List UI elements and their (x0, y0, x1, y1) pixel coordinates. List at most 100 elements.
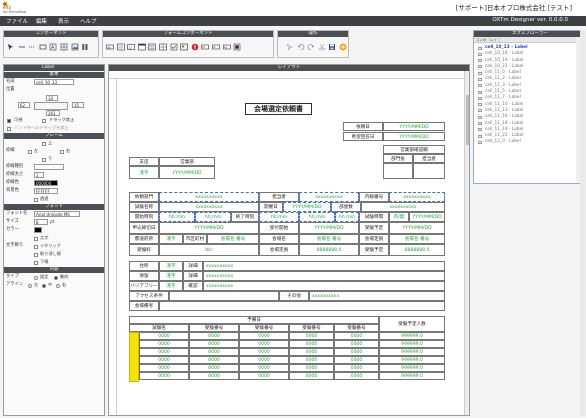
city-value[interactable]: 会場名 番号 (207, 234, 259, 244)
exam-date[interactable]: YYYY/MM/DD (409, 212, 445, 222)
row4-d[interactable]: 0000 (289, 356, 334, 364)
add-icon[interactable] (339, 43, 347, 51)
form-number-icon[interactable]: 12 (127, 43, 135, 51)
row2-c[interactable]: 0000 (239, 340, 289, 348)
exam-b-header[interactable]: 受験番号 (189, 324, 239, 332)
exam-time-end[interactable]: hh:mm (299, 212, 335, 222)
align-right-radio[interactable] (56, 283, 60, 288)
table-icon[interactable] (60, 43, 68, 51)
fee-sub-label[interactable]: 会場定員 (259, 244, 299, 256)
start-value[interactable]: hh:mm (159, 212, 195, 222)
form-label-icon[interactable]: lb (212, 43, 220, 51)
fee-total-label[interactable]: 受験予定 (359, 244, 389, 256)
request-dept-label[interactable]: 依頼部門 (129, 192, 159, 202)
explorer-item[interactable]: cell_12_0 - Label (478, 139, 578, 145)
barrier-free-label[interactable]: バリアフリー (129, 281, 159, 291)
schedule-header[interactable]: 予備日 (129, 316, 379, 324)
exam-d-header[interactable]: 受験番号 (289, 324, 334, 332)
line-icon[interactable] (18, 43, 26, 51)
app-start-value[interactable]: YYYY/MM/DD (299, 222, 359, 234)
form-stop-icon[interactable] (191, 43, 199, 51)
room-cap-value[interactable]: 会場名 番号 (389, 234, 445, 244)
type-dynamic-radio[interactable] (54, 275, 58, 280)
fee-label[interactable]: 受験料 (129, 244, 159, 256)
row1-d[interactable]: 0000 (289, 332, 334, 340)
address-pref[interactable]: 漢字 (159, 261, 183, 271)
dept-label[interactable]: 営業部 (159, 157, 215, 166)
rectangle-icon[interactable] (39, 43, 47, 51)
address-detail-value[interactable]: xxxxxxxxxx (203, 261, 445, 271)
row2-d[interactable]: 0000 (289, 340, 334, 348)
end-label[interactable]: 終了時刻 (231, 212, 259, 222)
dept-head-stamp[interactable] (383, 163, 413, 179)
select-arrow-icon[interactable] (286, 43, 294, 51)
row4-a[interactable]: 0000 (139, 356, 189, 364)
menu-file[interactable]: ファイル (6, 17, 28, 25)
keep-value[interactable]: 漢字 (159, 271, 183, 281)
city-label[interactable]: 市区町村 (183, 234, 207, 244)
start-label[interactable]: 開始時刻 (129, 212, 159, 222)
form-paper[interactable]: 会場選定依頼書 依頼日 YYYY/MM/DD 希望回答日 YYYY/MM/DD … (127, 81, 457, 415)
redo-icon[interactable] (307, 43, 315, 51)
other-label[interactable]: その他 (279, 291, 309, 301)
document-title[interactable]: 会場選定依頼書 (245, 103, 312, 115)
keep-label[interactable]: 保留 (129, 271, 159, 281)
people-label[interactable]: 受験予定 (359, 222, 389, 234)
row3-c[interactable]: 0000 (239, 348, 289, 356)
font-color-swatch[interactable] (34, 227, 42, 233)
row5-d[interactable]: 0000 (289, 364, 334, 372)
window-scrollbar[interactable] (580, 30, 585, 416)
address-detail-label[interactable]: 詳細 (183, 261, 203, 271)
row4-total[interactable]: 999999.0 (379, 356, 445, 364)
image-icon[interactable] (71, 43, 79, 51)
strike-checkbox[interactable] (34, 252, 38, 257)
row1-c[interactable]: 0000 (239, 332, 289, 340)
exam-yesno[interactable]: 有/無 (389, 212, 409, 222)
place-value[interactable]: 会場名 番号 (299, 234, 359, 244)
menu-edit[interactable]: 編集 (36, 17, 47, 25)
pref-label[interactable]: 都道府県 (129, 234, 159, 244)
end-value[interactable]: hh:mm (195, 212, 231, 222)
row5-e[interactable]: 0000 (334, 364, 379, 372)
font-size-field[interactable]: 8 (34, 219, 48, 225)
barrier-free-value[interactable]: 漢字 (159, 281, 183, 291)
access-label[interactable]: アクセス条件 (129, 291, 169, 301)
exam-e-header[interactable]: 受験番号 (334, 324, 379, 332)
row2-a[interactable]: 0000 (139, 340, 189, 348)
event-name-label[interactable]: 試験名称 (129, 202, 159, 212)
exam-time-extra[interactable]: hh:mm (335, 212, 359, 222)
branch-value[interactable]: 漢字 (129, 166, 159, 179)
selection-marker[interactable] (129, 332, 139, 382)
border-right-checkbox[interactable] (60, 149, 64, 154)
row6-c[interactable]: 0000 (239, 372, 289, 380)
remarks-value[interactable] (159, 301, 445, 311)
row4-c[interactable]: 0000 (239, 356, 289, 364)
pos-y-field[interactable]: 10 (46, 95, 58, 101)
confirm-label[interactable]: 確認 (183, 281, 203, 291)
layout-scrollbar[interactable] (464, 71, 469, 415)
row6-e[interactable]: 0000 (334, 372, 379, 380)
deadline-value[interactable]: YYYY/MM/DD (159, 222, 259, 234)
border-color-field[interactable]: 000000 (34, 180, 58, 186)
italic-checkbox[interactable] (34, 244, 38, 249)
pointer-icon[interactable] (7, 43, 15, 51)
transparent-checkbox[interactable] (34, 197, 38, 202)
drag-lock-checkbox[interactable] (42, 118, 46, 123)
row3-total[interactable]: 999999.0 (379, 348, 445, 356)
row6-total[interactable]: 999999.0 (379, 372, 445, 380)
exam-a-header[interactable]: 試験名 (129, 324, 189, 332)
text-box-icon[interactable]: A (49, 43, 57, 51)
row1-total[interactable]: 999999.0 (379, 332, 445, 340)
fee-sub-value[interactable]: 8888888.0 (299, 244, 359, 256)
dept-date-value[interactable]: YYYY/MM/DD (159, 166, 215, 179)
bold-checkbox[interactable] (34, 236, 38, 241)
row4-e[interactable]: 0000 (334, 356, 379, 364)
issue-date-value[interactable]: YYYY/MM/DD (383, 122, 445, 131)
people-value[interactable]: YYYY/MM/DD (389, 222, 445, 234)
size-w-field[interactable]: 15 (72, 102, 84, 108)
row2-e[interactable]: 0000 (334, 340, 379, 348)
band-drag-checkbox[interactable] (7, 126, 11, 131)
fee-value[interactable]: N/c (159, 244, 259, 256)
row3-a[interactable]: 0000 (139, 348, 189, 356)
date-value[interactable]: YYYY/MM/DD (283, 202, 331, 212)
